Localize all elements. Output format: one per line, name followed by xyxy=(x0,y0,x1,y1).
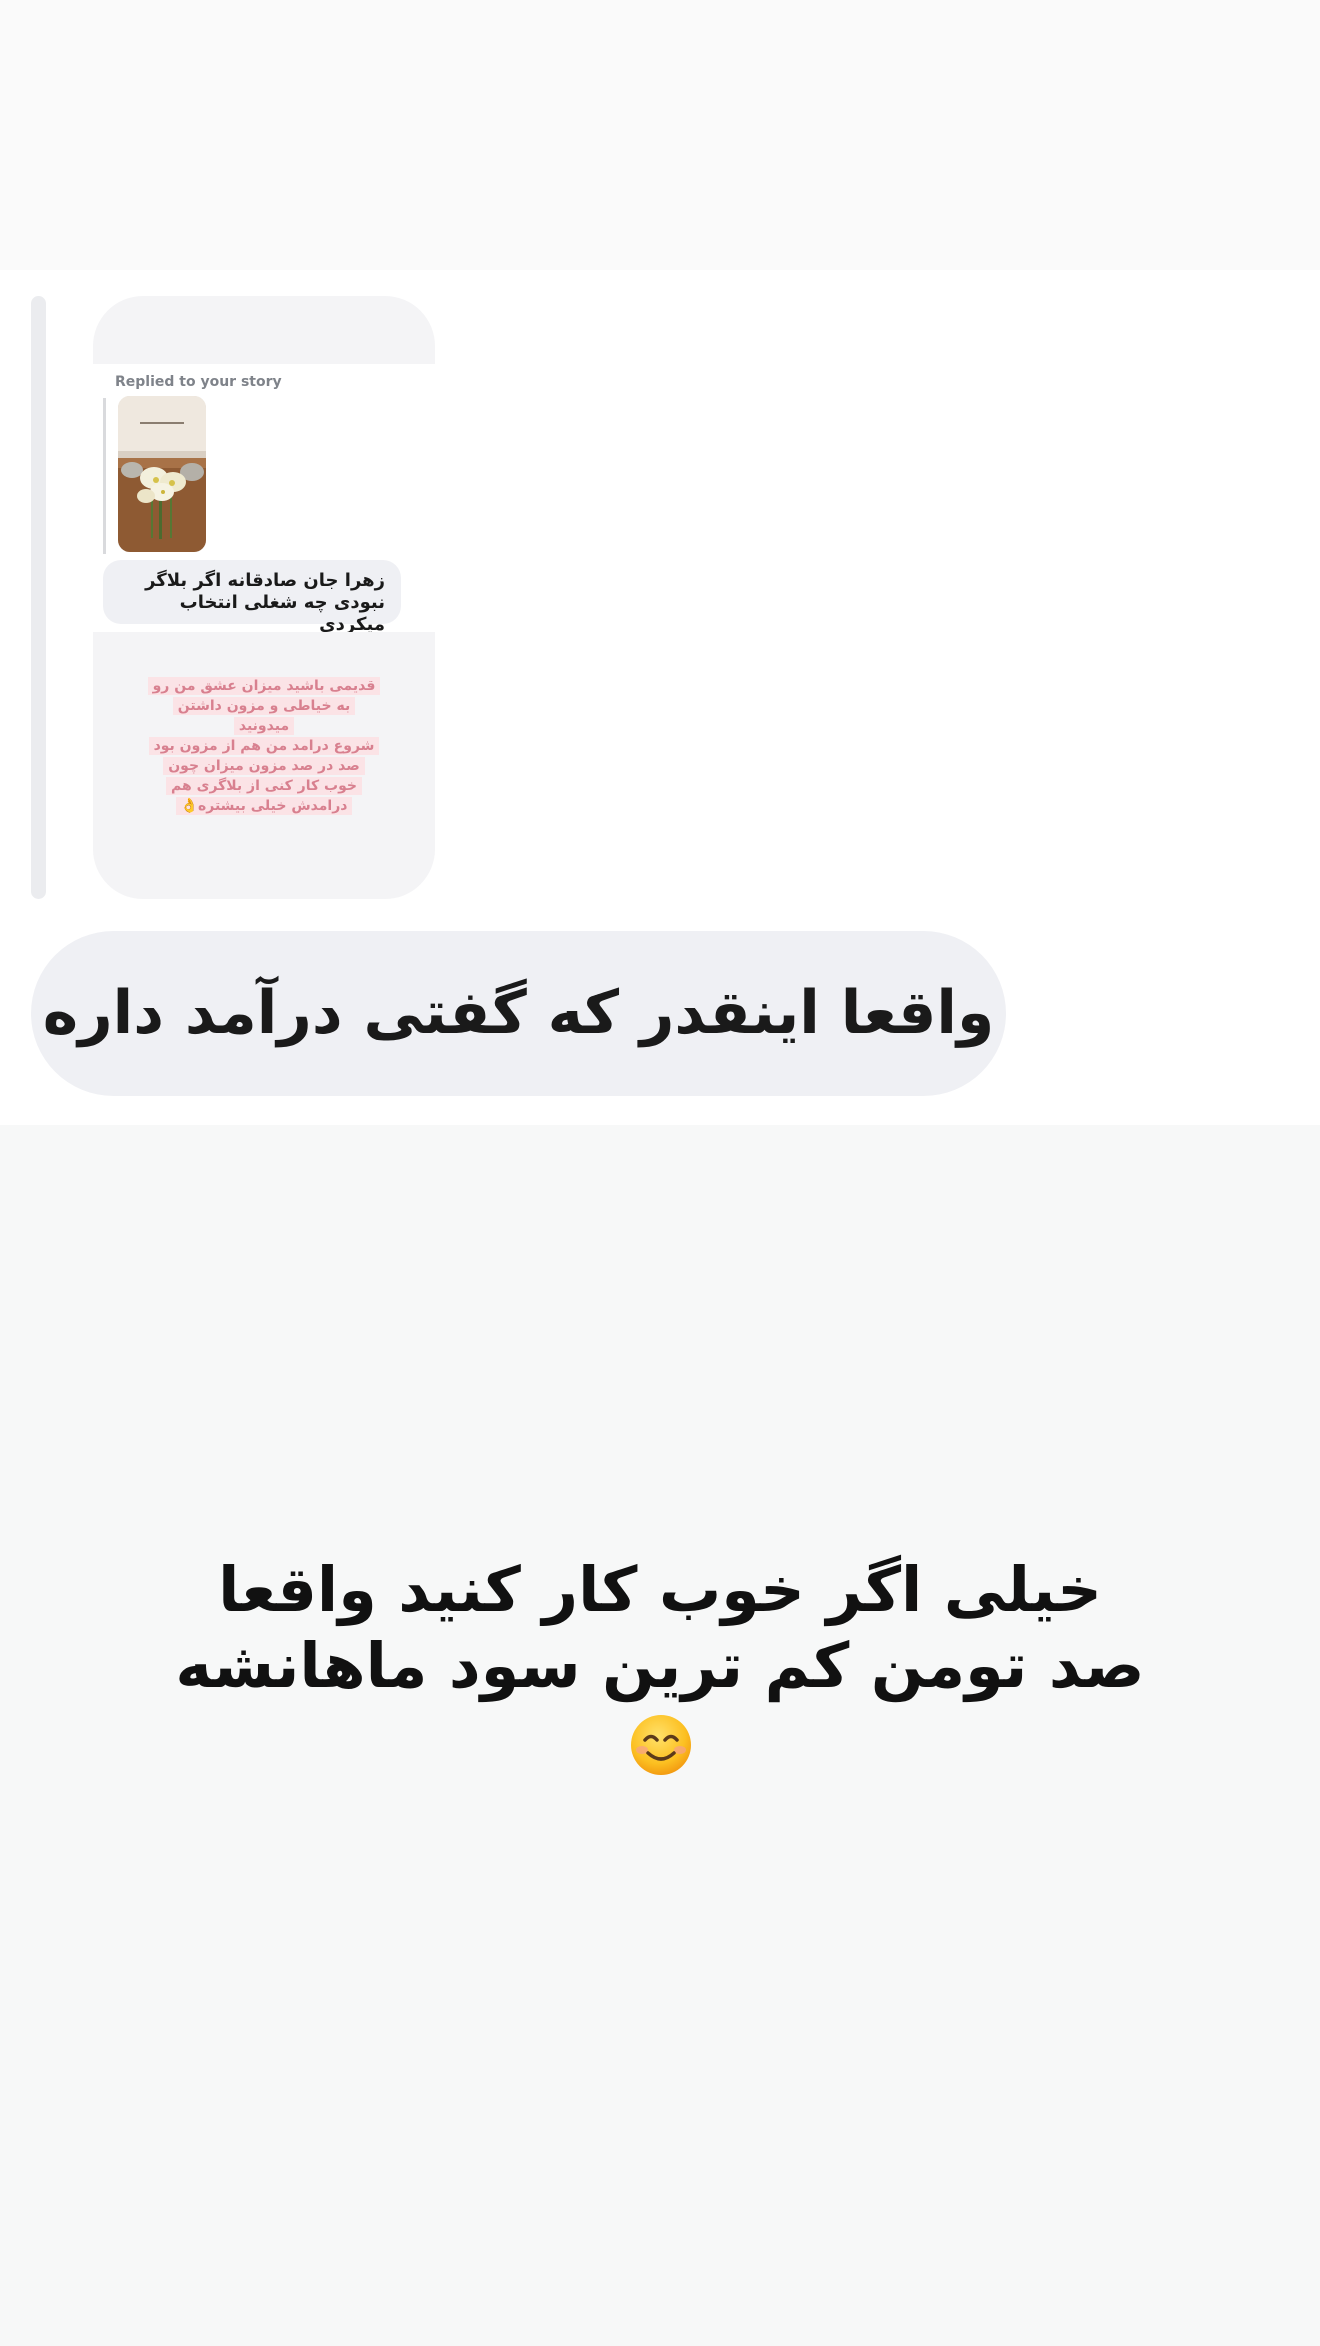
story-caption-line: خوب کار کنی از بلاگری هم xyxy=(143,776,385,796)
reply-message-bubble: زهرا جان صادقانه اگر بلاگر نبودی چه شغلی… xyxy=(103,560,401,635)
story-caption-line: صد در صد مزون میزان چون xyxy=(143,756,385,776)
story-caption: قدیمی باشید میزان عشق من رو به خیاطی و م… xyxy=(143,676,385,816)
flower-vase-image xyxy=(118,396,206,552)
story-overlay-text: خیلی اگر خوب کار کنید واقعا صد تومن کم ت… xyxy=(160,1552,1160,1704)
message-text: واقعا اینقدر که گفتی درآمد داره xyxy=(42,978,995,1048)
story-caption-line: میدونید xyxy=(143,716,385,736)
story-thumbnail[interactable] xyxy=(118,396,206,552)
story-caption-line: شروع درامد من هم از مزون بود xyxy=(143,736,385,756)
story-preview[interactable]: قدیمی باشید میزان عشق من رو به خیاطی و م… xyxy=(93,632,435,899)
story-caption-line: درامدش خیلی بیشتره👌 xyxy=(143,796,385,816)
story-reply-card[interactable]: Replied to your story زهرا جان صادقانه ا… xyxy=(93,296,435,899)
smiling-face-icon xyxy=(631,1715,691,1775)
reply-quote-line xyxy=(31,296,46,899)
story-caption-line: به خیاطی و مزون داشتن xyxy=(143,696,385,716)
story-caption-line: قدیمی باشید میزان عشق من رو xyxy=(143,676,385,696)
overlay-line-2: صد تومن کم ترین سود ماهانشه xyxy=(175,1629,1145,1702)
replied-to-story-label: Replied to your story xyxy=(115,374,282,390)
story-top-area xyxy=(0,0,1320,270)
message-bubble[interactable]: واقعا اینقدر که گفتی درآمد داره xyxy=(31,931,1006,1096)
thumbnail-quote-rule xyxy=(103,398,106,554)
overlay-line-1: خیلی اگر خوب کار کنید واقعا xyxy=(218,1553,1102,1626)
story-reply-content: Replied to your story زهرا جان صادقانه ا… xyxy=(93,364,435,899)
